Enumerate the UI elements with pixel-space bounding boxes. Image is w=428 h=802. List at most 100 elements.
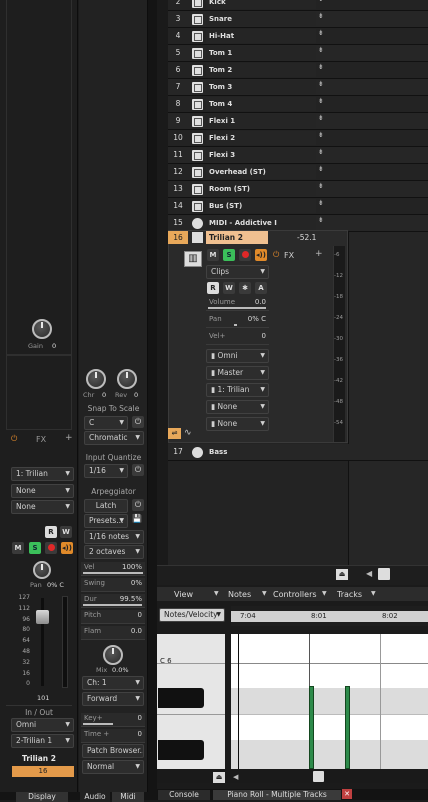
track-name[interactable]: Snare bbox=[206, 12, 316, 26]
inspector-output-select[interactable]: 2-Trilian 1 ▼ bbox=[11, 734, 74, 748]
track-row[interactable]: 10 Flexi 2 ⇟ bbox=[168, 130, 428, 147]
track-expand-icon[interactable]: ⇟ bbox=[318, 12, 324, 20]
patch-browser-button[interactable]: Patch Browser... bbox=[82, 744, 144, 758]
track-input-echo-button[interactable]: ◂)) bbox=[255, 249, 267, 261]
track-volume-slider[interactable]: Volume 0.0 bbox=[206, 297, 269, 311]
menu-view[interactable]: View bbox=[174, 590, 193, 599]
tab-audio[interactable]: Audio bbox=[80, 792, 110, 802]
scroll-left-icon[interactable]: ◀ bbox=[366, 569, 372, 578]
arp-pitch-slider[interactable]: Pitch 0 bbox=[81, 610, 145, 624]
patch-mode-select[interactable]: Normal ▼ bbox=[82, 760, 144, 774]
track-record-button[interactable] bbox=[239, 249, 251, 261]
arp-direction-select[interactable]: Forward ▼ bbox=[82, 692, 144, 706]
power-icon[interactable]: ⏻ bbox=[11, 434, 17, 444]
automation-lane-icon[interactable]: ∿ bbox=[184, 428, 192, 438]
track-row[interactable]: 13 Room (ST) ⇟ bbox=[168, 181, 428, 198]
envelope-icon[interactable]: ⇌ bbox=[168, 428, 181, 439]
inspector-pan-knob[interactable] bbox=[33, 561, 51, 579]
track-expand-icon[interactable]: ⇟ bbox=[318, 216, 324, 224]
arp-power-icon[interactable]: ⏻ bbox=[132, 499, 144, 511]
notes-velocity-select[interactable]: Notes/Velocity ▼ bbox=[159, 608, 225, 622]
piano-roll-scroll-left-icon[interactable]: ◀ bbox=[233, 773, 238, 781]
time-offset-slider[interactable]: Time + 0 bbox=[81, 729, 145, 743]
track-row[interactable]: 8 Tom 4 ⇟ bbox=[168, 96, 428, 113]
track-write-button[interactable]: W bbox=[223, 282, 235, 294]
track-name[interactable]: Flexi 3 bbox=[206, 148, 316, 162]
save-preset-icon[interactable]: 💾 bbox=[132, 514, 142, 523]
track-solo-button[interactable]: S bbox=[223, 249, 235, 261]
track-row[interactable]: 2 Kick⇟ bbox=[168, 0, 428, 11]
track-expand-icon[interactable]: ⇟ bbox=[318, 148, 324, 156]
track-expand-icon[interactable]: ⇟ bbox=[318, 114, 324, 122]
tab-console[interactable]: Console bbox=[158, 790, 210, 800]
track-expand-icon[interactable]: ⇟ bbox=[318, 80, 324, 88]
track-row-bass[interactable]: 17 Bass bbox=[168, 444, 428, 461]
presets-select[interactable]: Presets... ▼ bbox=[84, 514, 128, 528]
track-row[interactable]: 3 Snare ⇟ bbox=[168, 11, 428, 28]
track-name[interactable]: Room (ST) bbox=[206, 182, 316, 196]
arp-duration-slider[interactable]: Dur 99.5% bbox=[81, 594, 145, 608]
track-none-select-1[interactable]: ▮ None ▼ bbox=[206, 400, 269, 414]
track-expand-icon[interactable]: ⇟ bbox=[318, 182, 324, 190]
track-row[interactable]: 5 Tom 1 ⇟ bbox=[168, 45, 428, 62]
keyboard-icon[interactable]: ▥ bbox=[184, 251, 202, 267]
piano-black-key[interactable] bbox=[158, 740, 204, 760]
track-add-fx-icon[interactable]: + bbox=[315, 249, 323, 259]
menu-tracks[interactable]: Tracks bbox=[337, 590, 362, 599]
track-name[interactable]: Tom 2 bbox=[206, 63, 316, 77]
none-select-a[interactable]: None ▼ bbox=[11, 484, 74, 498]
piano-black-key[interactable] bbox=[158, 688, 204, 708]
fader-handle[interactable] bbox=[36, 610, 49, 624]
track-name[interactable]: MIDI - Addictive I bbox=[206, 216, 316, 230]
gain-knob[interactable] bbox=[32, 319, 52, 339]
reverb-knob[interactable] bbox=[117, 369, 137, 389]
inspector-input-select[interactable]: Omni ▼ bbox=[11, 718, 74, 732]
track-expand-icon[interactable]: ⇟ bbox=[318, 46, 324, 54]
track-row[interactable]: 11 Flexi 3 ⇟ bbox=[168, 147, 428, 164]
track-automation-button[interactable]: A bbox=[255, 282, 267, 294]
inspector-input-echo-button[interactable]: ◂)) bbox=[61, 542, 73, 554]
menu-controllers[interactable]: Controllers bbox=[273, 590, 317, 599]
none-select-b[interactable]: None ▼ bbox=[11, 500, 74, 514]
track-name[interactable]: Tom 1 bbox=[206, 46, 316, 60]
close-tab-icon[interactable]: ✕ bbox=[342, 789, 352, 799]
inspector-solo-button[interactable]: S bbox=[29, 542, 41, 554]
synth-select[interactable]: 1: Trilian ▼ bbox=[11, 467, 74, 481]
track-star-button[interactable]: ✱ bbox=[239, 282, 251, 294]
track-channel-select[interactable]: ▮ 1: Trilian ▼ bbox=[206, 383, 269, 397]
arp-swing-slider[interactable]: Swing 0% bbox=[81, 578, 145, 592]
selected-track-name[interactable]: Trilian 2 bbox=[206, 231, 268, 244]
snap-key-select[interactable]: C ▼ bbox=[84, 416, 128, 430]
track-expand-icon[interactable]: ⇟ bbox=[318, 199, 324, 207]
track-input-select[interactable]: ▮ Omni ▼ bbox=[206, 349, 269, 363]
midi-note[interactable] bbox=[309, 686, 314, 769]
midi-channel-select[interactable]: Ch: 1 ▼ bbox=[82, 676, 144, 690]
tab-midi[interactable]: Midi bbox=[112, 792, 144, 802]
track-fx-power-icon[interactable]: ⏻ bbox=[273, 250, 279, 260]
piano-roll-eject-icon[interactable]: ⏏ bbox=[213, 772, 225, 783]
inspector-record-button[interactable] bbox=[45, 542, 57, 554]
track-expand-icon[interactable]: ⇟ bbox=[318, 131, 324, 139]
arp-velocity-slider[interactable]: Vel 100% bbox=[81, 562, 145, 576]
inspector-read-button[interactable]: R bbox=[45, 526, 57, 538]
midi-note[interactable] bbox=[345, 686, 350, 769]
track-velocity-slider[interactable]: Vel+ 0 bbox=[206, 331, 269, 345]
inspector-mute-button[interactable]: M bbox=[12, 542, 24, 554]
splitter[interactable] bbox=[148, 0, 157, 800]
arp-mix-knob[interactable] bbox=[103, 645, 123, 665]
inspector-write-button[interactable]: W bbox=[60, 526, 72, 538]
chorus-knob[interactable] bbox=[86, 369, 106, 389]
arp-octaves-select[interactable]: 2 octaves ▼ bbox=[84, 545, 144, 559]
track-name[interactable]: Tom 3 bbox=[206, 80, 316, 94]
track-row[interactable]: 6 Tom 2 ⇟ bbox=[168, 62, 428, 79]
latch-button[interactable]: Latch bbox=[84, 499, 128, 513]
track-name[interactable]: Overhead (ST) bbox=[206, 165, 316, 179]
track-none-select-2[interactable]: ▮ None ▼ bbox=[206, 417, 269, 431]
piano-roll-scroll-thumb[interactable] bbox=[313, 771, 324, 782]
key-offset-slider[interactable]: Key+ 0 bbox=[81, 713, 145, 727]
track-row[interactable]: 7 Tom 3 ⇟ bbox=[168, 79, 428, 96]
horizontal-scrollbar-thumb[interactable] bbox=[378, 568, 390, 580]
tab-display[interactable]: Display bbox=[16, 792, 68, 802]
track-expand-icon[interactable]: ⇟ bbox=[318, 29, 324, 37]
track-output-select[interactable]: ▮ Master ▼ bbox=[206, 366, 269, 380]
